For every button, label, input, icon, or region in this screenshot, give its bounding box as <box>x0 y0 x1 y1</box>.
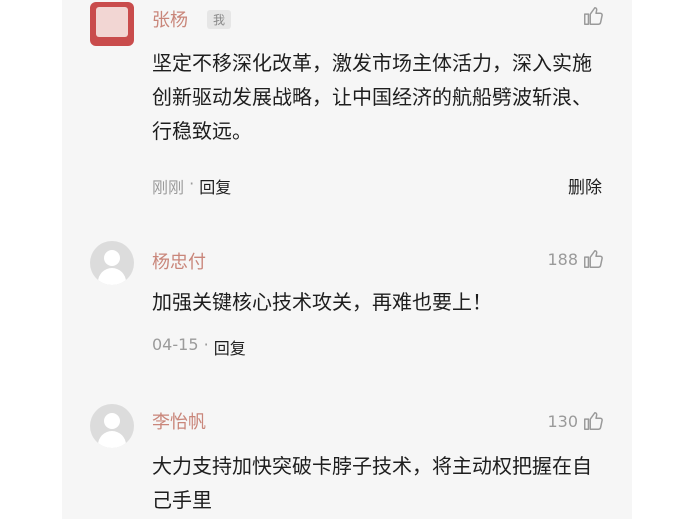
thumb-up-icon <box>584 412 603 430</box>
reply-button[interactable]: 回复 <box>214 335 246 359</box>
like-button[interactable]: 188 <box>547 248 604 270</box>
comment-meta: 刚刚 · 回复 <box>152 174 231 198</box>
avatar-head-shape <box>104 250 120 266</box>
comment-text: 大力支持加快突破卡脖子技术，将主动权把握在自己手里 <box>152 454 592 512</box>
like-button[interactable] <box>582 5 604 27</box>
me-badge: 我 <box>207 10 232 29</box>
meta-separator: · <box>198 335 214 354</box>
comment-text: 加强关键核心技术攻关，再难也要上！ <box>152 290 492 314</box>
commenter-name[interactable]: 杨忠付 <box>152 248 206 274</box>
like-count: 130 <box>547 411 578 431</box>
commenter-name[interactable]: 张杨 <box>152 6 188 32</box>
thumb-up-icon <box>584 250 603 268</box>
comment-meta: 04-15 · 回复 <box>152 335 246 359</box>
comment-text: 坚定不移深化改革，激发市场主体活力，深入实施创新驱动发展战略，让中国经济的航船劈… <box>152 51 592 143</box>
meta-separator: · <box>184 174 200 193</box>
comment-item: 李怡帆 130 大力支持加快突破卡脖子技术，将主动权把握在自己手里 <box>62 375 632 519</box>
thumb-up-icon <box>584 7 603 25</box>
like-count: 188 <box>547 249 578 269</box>
delete-button[interactable]: 删除 <box>568 173 602 198</box>
comment-item: 杨忠付 188 加强关键核心技术攻关，再难也要上！ 04-15 · 回复 <box>62 215 632 375</box>
reply-button[interactable]: 回复 <box>199 174 231 198</box>
avatar-image <box>96 7 128 37</box>
comment-time: 04-15 <box>152 335 199 354</box>
avatar-head-shape <box>104 413 120 429</box>
like-button[interactable]: 130 <box>547 410 604 432</box>
avatar[interactable] <box>90 241 134 285</box>
avatar[interactable] <box>90 404 134 448</box>
commenter-name[interactable]: 李怡帆 <box>152 408 206 434</box>
comment-time: 刚刚 <box>152 178 185 197</box>
avatar-body-shape <box>98 431 126 448</box>
avatar-body-shape <box>98 268 126 285</box>
avatar[interactable] <box>90 2 134 46</box>
comment-item: 张杨 我 坚定不移深化改革，激发市场主体活力，深入实施创新驱动发展战略，让中国经… <box>62 0 632 215</box>
